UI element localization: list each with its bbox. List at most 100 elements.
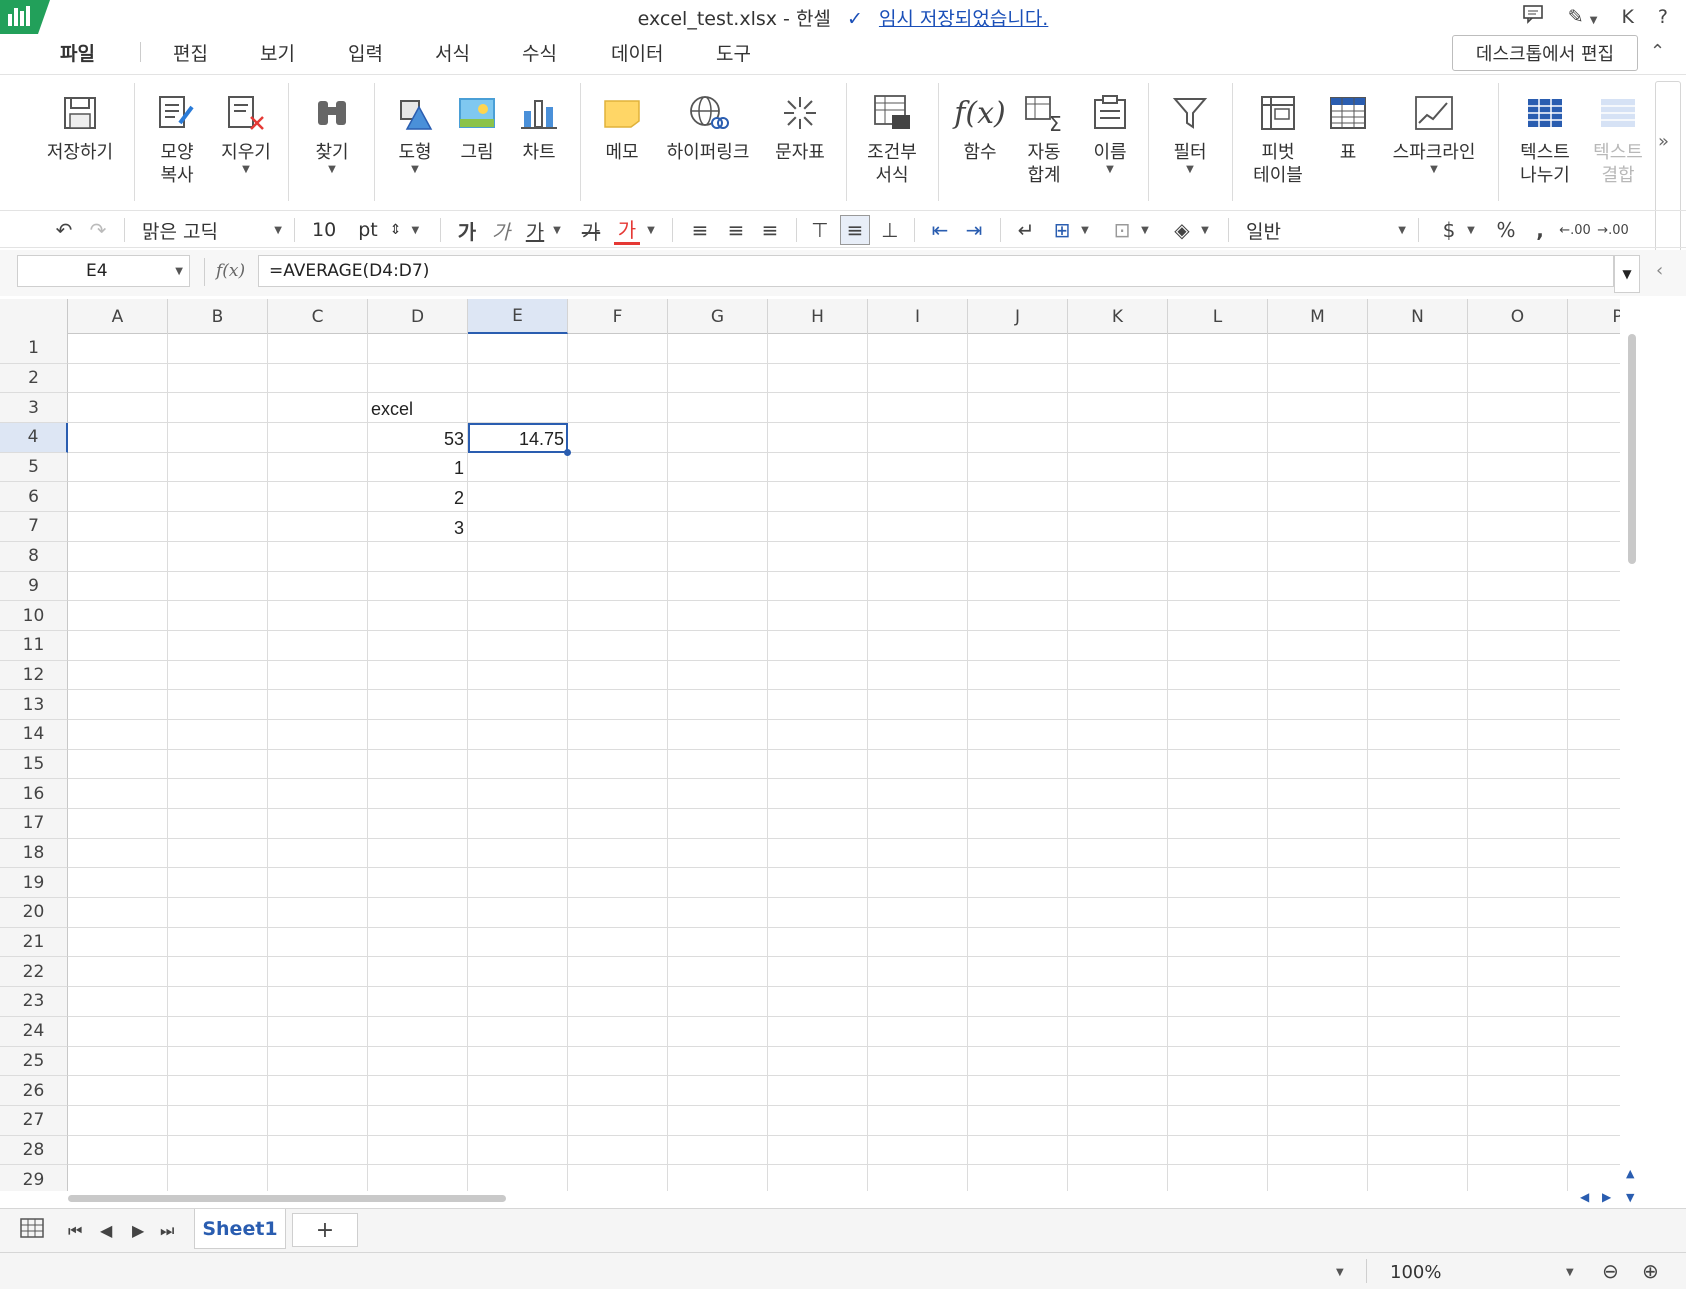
cell-k12[interactable] [1068, 660, 1168, 691]
cell-n28[interactable] [1368, 1135, 1468, 1166]
cell-k18[interactable] [1068, 838, 1168, 869]
cell-g28[interactable] [668, 1135, 768, 1166]
cell-a20[interactable] [68, 898, 168, 928]
cell-k13[interactable] [1068, 690, 1168, 720]
cell-g11[interactable] [668, 630, 768, 661]
cell-a17[interactable] [68, 809, 168, 839]
cell-k28[interactable] [1068, 1135, 1168, 1166]
row-header[interactable]: 1 [0, 334, 68, 364]
column-header[interactable]: M [1268, 299, 1368, 334]
chevron-down-icon[interactable]: ▼ [1336, 1267, 1344, 1278]
cell-p15[interactable] [1568, 750, 1620, 780]
cell-e23[interactable] [468, 987, 568, 1017]
cell-m24[interactable] [1268, 1016, 1368, 1047]
row-header[interactable]: 12 [0, 660, 68, 691]
cell-f28[interactable] [568, 1135, 668, 1166]
cell-i5[interactable] [868, 452, 968, 483]
cell-n15[interactable] [1368, 749, 1468, 780]
cell-f15[interactable] [568, 749, 668, 780]
filter-button[interactable]: 필터 ▼ [1164, 85, 1216, 176]
cell-f27[interactable] [568, 1105, 668, 1136]
menu-formula[interactable]: 수식 [522, 39, 557, 66]
cell-k8[interactable] [1068, 541, 1168, 572]
redo-icon[interactable]: ↷ [84, 215, 112, 245]
cell-m14[interactable] [1268, 719, 1368, 750]
cell-k15[interactable] [1068, 749, 1168, 780]
cell-b18[interactable] [168, 838, 268, 869]
cell-d12[interactable] [368, 660, 468, 691]
cell-h28[interactable] [768, 1135, 868, 1166]
cell-h23[interactable] [768, 987, 868, 1017]
cell-c21[interactable] [268, 927, 368, 958]
formula-input[interactable]: =AVERAGE(D4:D7) [258, 255, 1614, 287]
cell-p7[interactable] [1568, 512, 1620, 542]
row-header[interactable]: 2 [0, 363, 68, 394]
cell-i24[interactable] [868, 1016, 968, 1047]
cell-o15[interactable] [1468, 749, 1568, 780]
cell-e3[interactable] [468, 393, 568, 424]
cell-b19[interactable] [168, 868, 268, 899]
scroll-down-icon[interactable]: ▼ [1626, 1191, 1634, 1204]
cell-l10[interactable] [1168, 601, 1268, 631]
cell-i25[interactable] [868, 1046, 968, 1077]
cell-f17[interactable] [568, 809, 668, 839]
text-join-button[interactable]: 텍스트 결합 [1586, 85, 1650, 187]
cell-e26[interactable] [468, 1076, 568, 1106]
cell-b29[interactable] [168, 1165, 268, 1191]
cell-m22[interactable] [1268, 957, 1368, 988]
hyperlink-button[interactable]: 하이퍼링크 [658, 85, 758, 164]
cell-m8[interactable] [1268, 541, 1368, 572]
cell-h11[interactable] [768, 630, 868, 661]
cell-k16[interactable] [1068, 779, 1168, 809]
cell-e18[interactable] [468, 838, 568, 869]
cell-g19[interactable] [668, 868, 768, 899]
cell-f5[interactable] [568, 452, 668, 483]
format-copy-button[interactable]: 모양 복사 [150, 85, 204, 187]
cell-e20[interactable] [468, 898, 568, 928]
cell-j18[interactable] [968, 838, 1068, 869]
cell-n19[interactable] [1368, 868, 1468, 899]
row-header[interactable]: 24 [0, 1016, 68, 1047]
italic-button[interactable]: 가 [488, 215, 514, 245]
column-header[interactable]: C [268, 299, 368, 334]
cell-e21[interactable] [468, 927, 568, 958]
clear-button[interactable]: 지우기 ▼ [216, 85, 276, 176]
cell-e24[interactable] [468, 1016, 568, 1047]
cell-o9[interactable] [1468, 571, 1568, 602]
cell-n14[interactable] [1368, 719, 1468, 750]
cell-k24[interactable] [1068, 1016, 1168, 1047]
cell-n1[interactable] [1368, 334, 1468, 364]
cell-j15[interactable] [968, 749, 1068, 780]
menu-format[interactable]: 서식 [435, 39, 470, 66]
chevron-down-icon[interactable]: ▼ [1141, 225, 1149, 236]
cell-d1[interactable] [368, 334, 468, 364]
side-panel-toggle-icon[interactable]: ‹ [1656, 260, 1663, 281]
cell-l28[interactable] [1168, 1135, 1268, 1166]
cell-j26[interactable] [968, 1076, 1068, 1106]
cell-o21[interactable] [1468, 927, 1568, 958]
cell-o6[interactable] [1468, 482, 1568, 513]
cell-o20[interactable] [1468, 898, 1568, 928]
cell-e12[interactable] [468, 660, 568, 691]
cell-h26[interactable] [768, 1076, 868, 1106]
cell-h8[interactable] [768, 541, 868, 572]
cell-d8[interactable] [368, 541, 468, 572]
cell-m25[interactable] [1268, 1046, 1368, 1077]
cell-i28[interactable] [868, 1135, 968, 1166]
cell-e13[interactable] [468, 690, 568, 720]
font-size-select[interactable]: 10 pt ⇕ ▼ [312, 216, 426, 244]
cell-e28[interactable] [468, 1135, 568, 1166]
cell-l17[interactable] [1168, 809, 1268, 839]
cell-b27[interactable] [168, 1105, 268, 1136]
cell-a9[interactable] [68, 571, 168, 602]
row-header[interactable]: 25 [0, 1046, 68, 1077]
cell-f20[interactable] [568, 898, 668, 928]
column-header[interactable]: N [1368, 299, 1468, 334]
cell-l8[interactable] [1168, 541, 1268, 572]
cell-i2[interactable] [868, 363, 968, 394]
cell-i21[interactable] [868, 927, 968, 958]
align-top-icon[interactable]: ⊤ [806, 215, 834, 245]
cell-p4[interactable] [1568, 423, 1620, 453]
cell-n21[interactable] [1368, 927, 1468, 958]
cell-i10[interactable] [868, 601, 968, 631]
